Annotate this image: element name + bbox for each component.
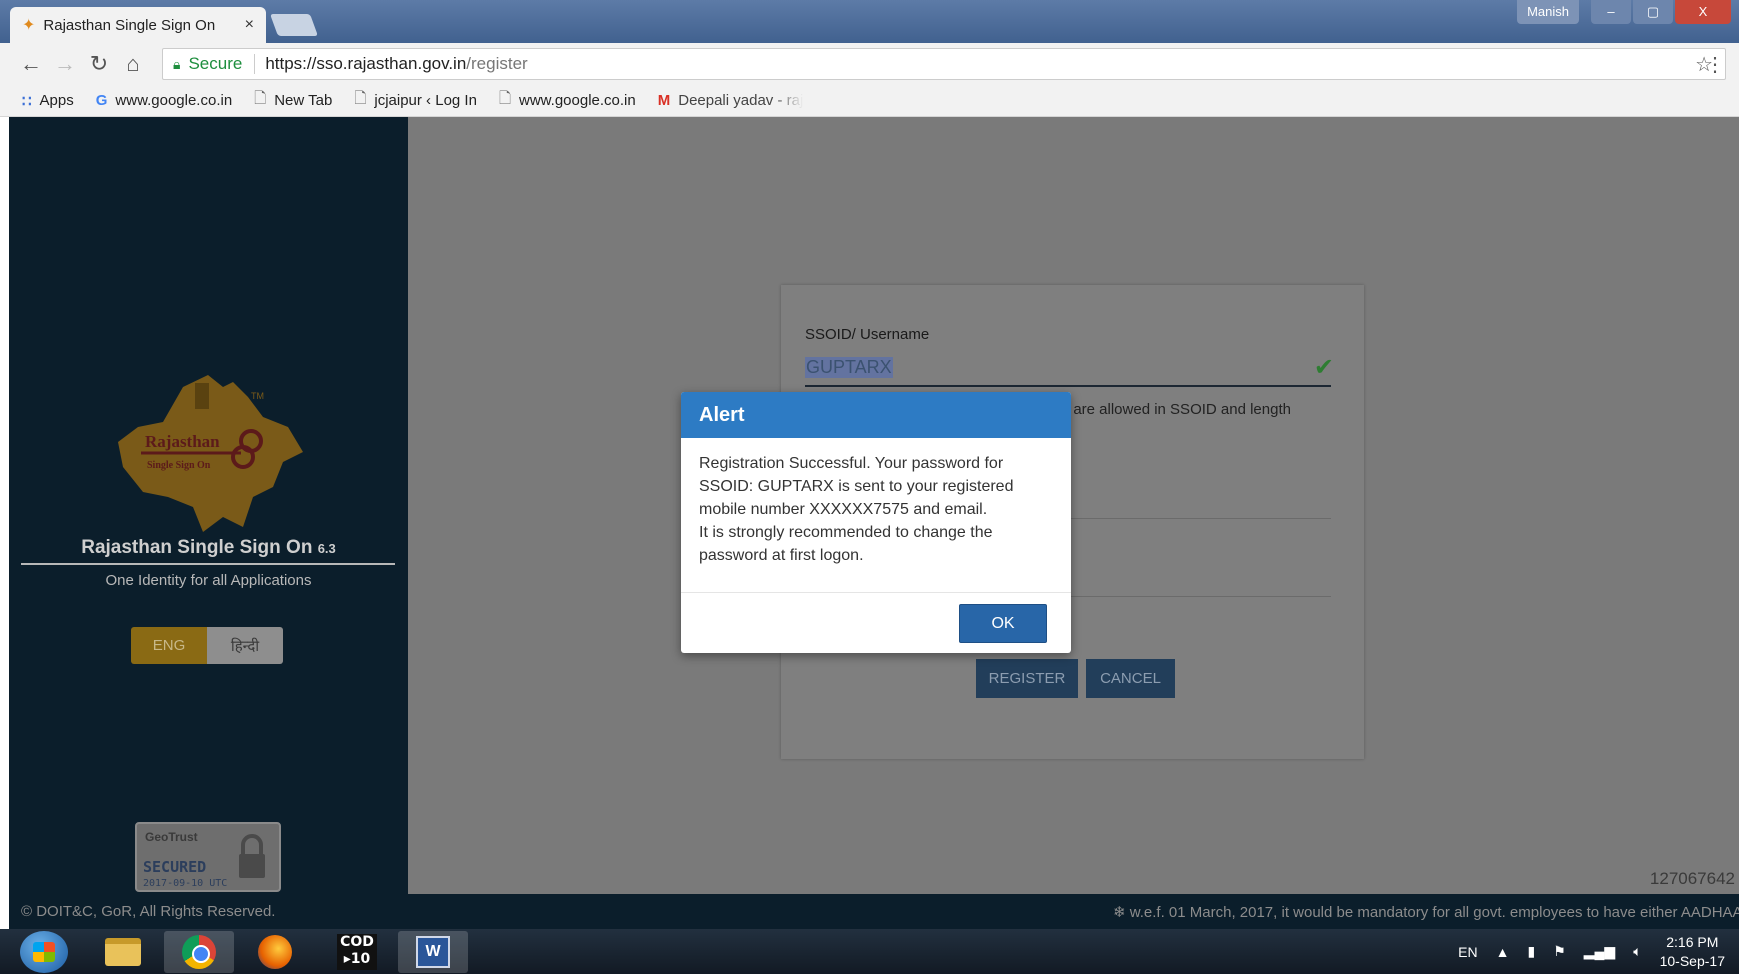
maximize-button[interactable]: ▢: [1633, 0, 1673, 24]
taskbar-word[interactable]: W: [398, 931, 468, 973]
battery-icon[interactable]: ▮: [1527, 943, 1535, 960]
taskbar-firefox[interactable]: [240, 931, 310, 973]
tab-title: Rajasthan Single Sign On: [43, 16, 216, 34]
divider: [21, 563, 395, 565]
ssoid-label: SSOID/ Username: [805, 326, 930, 343]
bookmark-google-2[interactable]: 🗋 www.google.co.in: [499, 88, 636, 113]
page-icon: 🗋: [354, 90, 367, 107]
reference-number: 127067642: [1649, 869, 1735, 888]
logo-tm: TM: [251, 391, 264, 401]
bookmark-jcjaipur[interactable]: 🗋 jcjaipur ‹ Log In: [354, 88, 477, 113]
clock-time: 2:16 PM: [1666, 933, 1719, 950]
seal-status: SECURED: [143, 858, 207, 876]
new-tab-button[interactable]: [269, 14, 319, 36]
register-button[interactable]: REGISTER: [976, 659, 1078, 698]
chrome-icon: [182, 935, 216, 969]
page-icon: 🗋: [498, 90, 511, 107]
apps-icon: ∷: [22, 92, 32, 110]
tagline: One Identity for all Applications: [105, 572, 312, 589]
valid-check-icon: ✔: [1313, 354, 1334, 381]
ssoid-input[interactable]: GUPTARX: [805, 357, 893, 378]
clock[interactable]: 2:16 PM 10-Sep-17: [1660, 933, 1725, 971]
url-host: https://sso.rajasthan.gov.in: [265, 54, 467, 73]
chrome-menu-icon[interactable]: ⋮: [1705, 52, 1725, 77]
marquee-notice: ❄ w.e.f. 01 March, 2017, it would be man…: [1113, 904, 1739, 921]
alert-message: Registration Successful. Your password f…: [681, 438, 1071, 593]
bookmark-apps[interactable]: ∷ Apps: [22, 92, 74, 110]
clock-date: 10-Sep-17: [1659, 952, 1725, 969]
rajasthan-favicon-icon: ✦: [22, 17, 36, 34]
seal-date: 2017-09-10 UTC: [143, 878, 228, 889]
forward-icon[interactable]: →: [48, 51, 82, 77]
alert-title: Alert: [681, 392, 1071, 438]
folder-icon: [105, 938, 141, 966]
alert-footer: OK: [681, 593, 1071, 653]
page-footer: © DOIT&C, GoR, All Rights Reserved. ❄ w.…: [9, 894, 1739, 929]
language-indicator[interactable]: EN: [1458, 944, 1477, 960]
bookmarks-bar: ∷ Apps G www.google.co.in 🗋 New Tab 🗋 jc…: [0, 85, 1739, 117]
windows-taskbar: COD ▸10 W EN ▲ ▮ ⚑ ▂▄▆ 🔈︎ 2:16 PM 10-Sep…: [0, 929, 1739, 974]
show-hidden-icons-icon[interactable]: ▲: [1496, 944, 1510, 960]
url-path: /register: [466, 54, 528, 73]
network-signal-icon[interactable]: ▂▄▆: [1584, 943, 1615, 960]
sidebar: Rajasthan Single Sign On TM Rajasthan Si…: [9, 117, 408, 894]
home-icon[interactable]: ⌂: [116, 51, 150, 77]
language-toggle: ENG हिन्दी: [131, 627, 283, 664]
rajasthan-logo: Rajasthan Single Sign On TM: [118, 375, 303, 532]
window-controls: Manish – ▢ X: [1517, 0, 1731, 24]
cod-icon: COD ▸10: [337, 934, 377, 970]
brand-name: Rajasthan Single Sign On 6.3: [81, 537, 336, 558]
lang-eng-button[interactable]: ENG: [131, 627, 207, 664]
version-number: 6.3: [317, 541, 336, 556]
taskbar-chrome[interactable]: [164, 931, 234, 973]
browser-toolbar: ← → ↻ ⌂ 🔒︎ Secure https://sso.rajasthan.…: [0, 43, 1739, 85]
cancel-button[interactable]: CANCEL: [1086, 659, 1175, 698]
system-tray: EN ▲ ▮ ⚑ ▂▄▆ 🔈︎ 2:16 PM 10-Sep-17: [1458, 929, 1725, 974]
windows-logo-icon: [33, 942, 55, 962]
taskbar-cod[interactable]: COD ▸10: [322, 931, 392, 973]
reload-icon[interactable]: ↻: [82, 51, 116, 77]
page-icon: 🗋: [254, 90, 267, 107]
geotrust-brand: GeoTrust: [145, 830, 198, 844]
browser-tab[interactable]: ✦ Rajasthan Single Sign On ×: [10, 7, 266, 43]
padlock-icon: [239, 834, 265, 878]
google-icon: G: [95, 92, 108, 109]
copyright-text: © DOIT&C, GoR, All Rights Reserved.: [21, 903, 276, 920]
address-bar[interactable]: 🔒︎ Secure https://sso.rajasthan.gov.in/r…: [162, 48, 1726, 80]
volume-icon[interactable]: 🔈︎: [1633, 943, 1641, 960]
minimize-button[interactable]: –: [1591, 0, 1631, 24]
action-center-flag-icon[interactable]: ⚑: [1553, 943, 1566, 960]
tab-close-icon[interactable]: ×: [245, 16, 254, 34]
bookmark-new-tab[interactable]: 🗋 New Tab: [254, 88, 332, 113]
firefox-icon: [258, 935, 292, 969]
geotrust-seal[interactable]: GeoTrust SECURED 2017-09-10 UTC: [135, 822, 281, 892]
alert-dialog: Alert Registration Successful. Your pass…: [681, 392, 1071, 653]
bookmark-gmail[interactable]: M Deepali yadav - rajug: [658, 92, 803, 109]
logo-text: Rajasthan: [145, 432, 220, 451]
chrome-profile-button[interactable]: Manish: [1517, 0, 1579, 24]
word-icon: W: [416, 936, 450, 968]
back-icon[interactable]: ←: [14, 51, 48, 77]
secure-label: Secure: [188, 54, 243, 73]
start-button[interactable]: [20, 931, 68, 973]
taskbar-explorer[interactable]: [88, 931, 158, 973]
ssoid-underline: [805, 385, 1331, 387]
lang-hindi-button[interactable]: हिन्दी: [207, 627, 283, 664]
logo-subtext: Single Sign On: [147, 460, 211, 471]
gmail-icon: M: [657, 92, 671, 109]
bookmark-google[interactable]: G www.google.co.in: [96, 92, 232, 109]
emblem-icon: [195, 383, 209, 409]
lock-icon: 🔒︎: [173, 55, 181, 72]
browser-tab-bar: ✦ Rajasthan Single Sign On × Manish – ▢ …: [0, 0, 1739, 43]
close-window-button[interactable]: X: [1675, 0, 1731, 24]
ok-button[interactable]: OK: [959, 604, 1047, 643]
